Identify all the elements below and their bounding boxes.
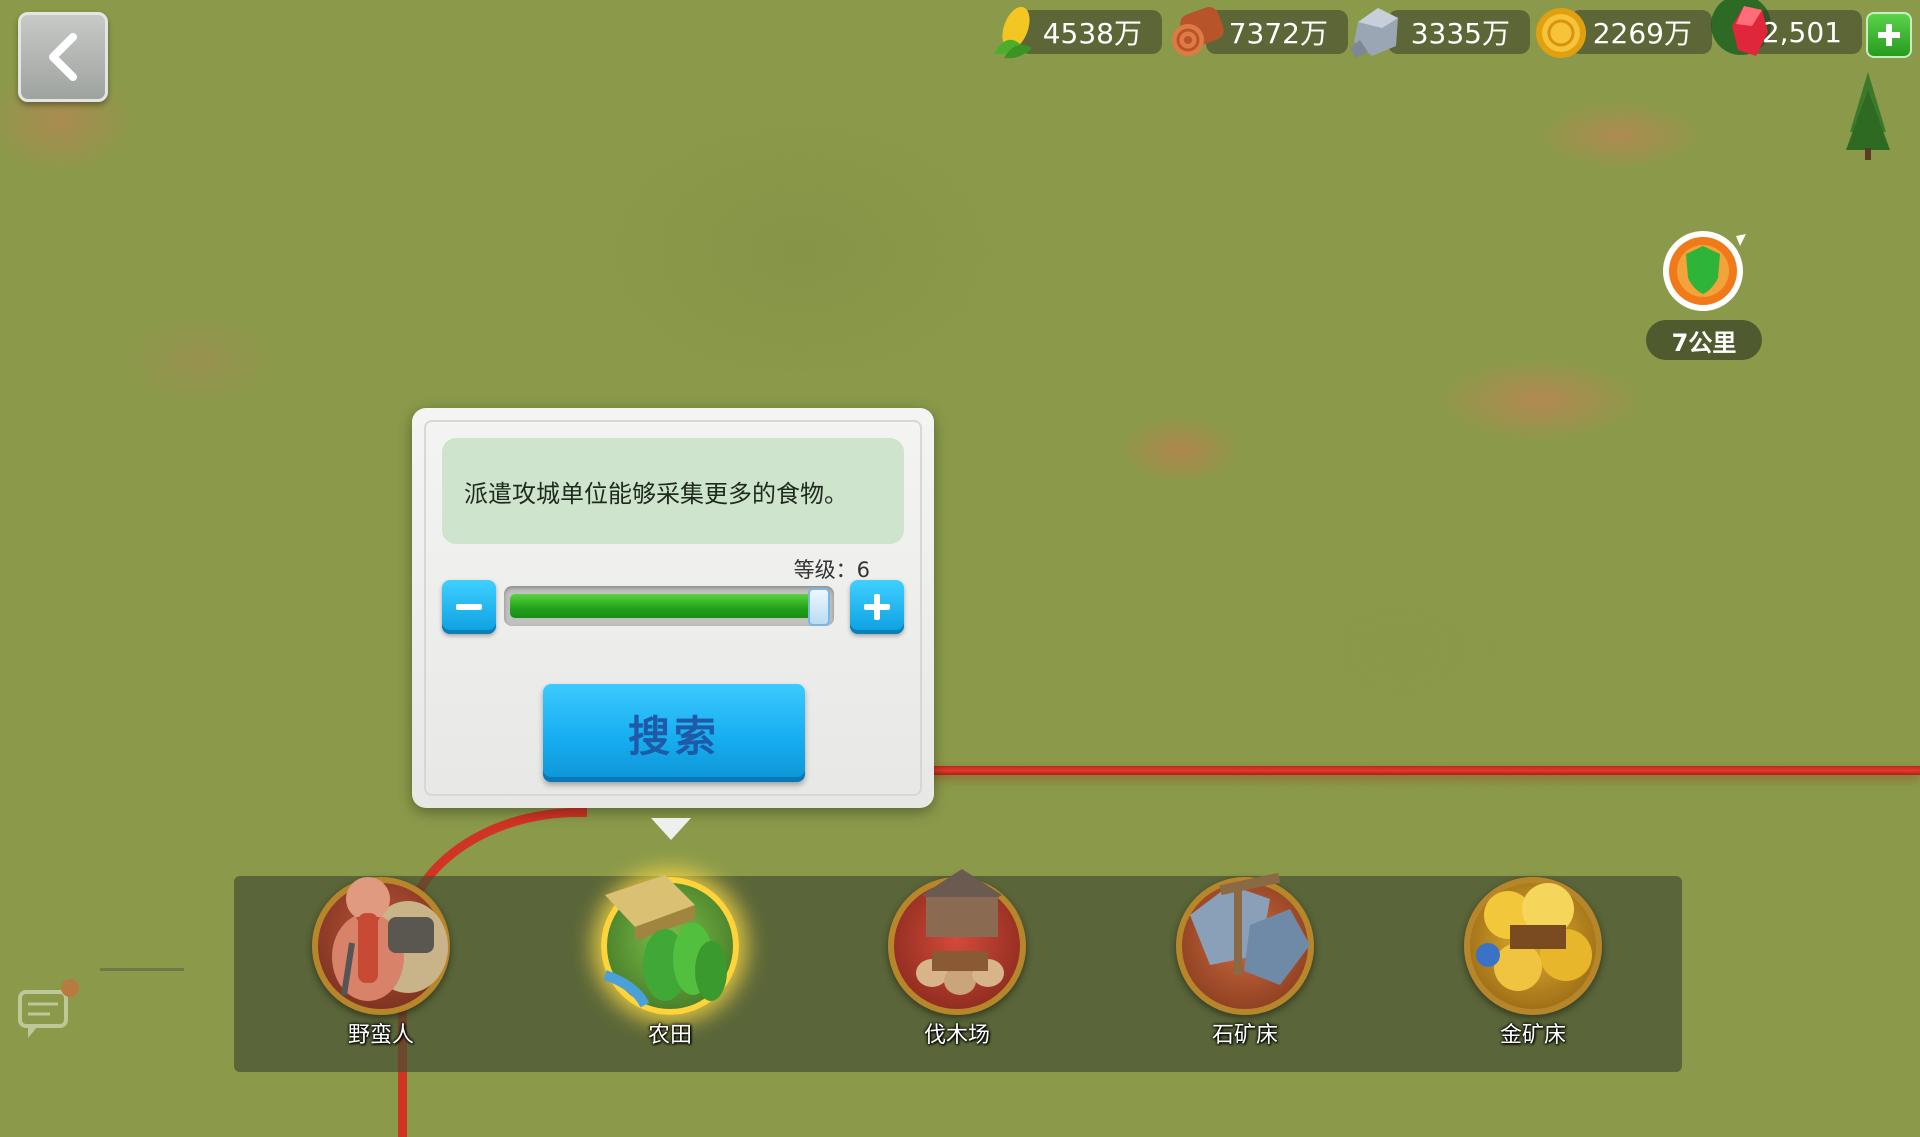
category-barbarian[interactable]: 野蛮人 [296, 855, 466, 1055]
lumber-mill-icon [916, 869, 1004, 995]
corn-icon [994, 6, 1032, 59]
category-lumber-mill[interactable]: 伐木场 [872, 855, 1042, 1055]
level-slider-fill [510, 594, 828, 618]
back-button[interactable] [18, 12, 108, 102]
add-gems-button[interactable] [1866, 12, 1912, 58]
panel-pointer [651, 818, 691, 840]
category-label: 农田 [647, 1023, 692, 1048]
search-panel: 派遣攻城单位能够采集更多的食物。 等级：6 搜索 [412, 408, 934, 808]
resource-stone: 3335万 [1388, 10, 1530, 54]
farm-icon [603, 875, 727, 1008]
stone-icon [1350, 8, 1398, 58]
chevron-left-icon [49, 33, 77, 81]
gold-deposit-icon [1476, 883, 1592, 991]
marker-distance-label: 7公里 [1646, 320, 1762, 360]
category-label: 伐木场 [923, 1023, 990, 1048]
description-text: 派遣攻城单位能够采集更多的食物。 [464, 479, 848, 508]
level-increase-button[interactable] [850, 580, 904, 634]
category-gold-deposit[interactable]: 金矿床 [1448, 855, 1618, 1055]
resource-gold: 2269万 [1570, 10, 1712, 54]
territory-border-line [920, 766, 1920, 775]
plus-icon [1878, 24, 1900, 46]
chat-icon[interactable] [14, 976, 84, 1046]
category-label: 金矿床 [1499, 1023, 1566, 1048]
category-label: 石矿床 [1211, 1023, 1278, 1048]
category-farm[interactable]: 农田 [585, 855, 755, 1055]
chat-divider [100, 968, 184, 971]
level-decrease-button[interactable] [442, 580, 496, 634]
minus-icon [456, 604, 482, 610]
resource-stone-value: 3335万 [1410, 17, 1510, 50]
level-slider[interactable] [504, 586, 834, 626]
resource-wood: 7372万 [1206, 10, 1348, 54]
barbarian-icon [332, 877, 448, 1001]
search-button[interactable]: 搜索 [543, 684, 805, 782]
category-label: 野蛮人 [347, 1023, 414, 1048]
stone-deposit-icon [1190, 872, 1310, 985]
resource-description: 派遣攻城单位能够采集更多的食物。 [442, 438, 904, 544]
resource-food-value: 4538万 [1042, 17, 1142, 50]
pine-tree-icon [1846, 72, 1890, 160]
green-shield-icon[interactable] [1660, 228, 1746, 314]
plus-icon [864, 594, 890, 620]
level-slider-thumb[interactable] [808, 588, 830, 626]
resource-wood-value: 7372万 [1228, 17, 1328, 50]
log-icon [1172, 7, 1224, 56]
category-stone-deposit[interactable]: 石矿床 [1160, 855, 1330, 1055]
gold-coin-icon [1536, 8, 1586, 58]
red-gem-icon [1732, 6, 1768, 56]
resource-gold-value: 2269万 [1592, 17, 1692, 50]
